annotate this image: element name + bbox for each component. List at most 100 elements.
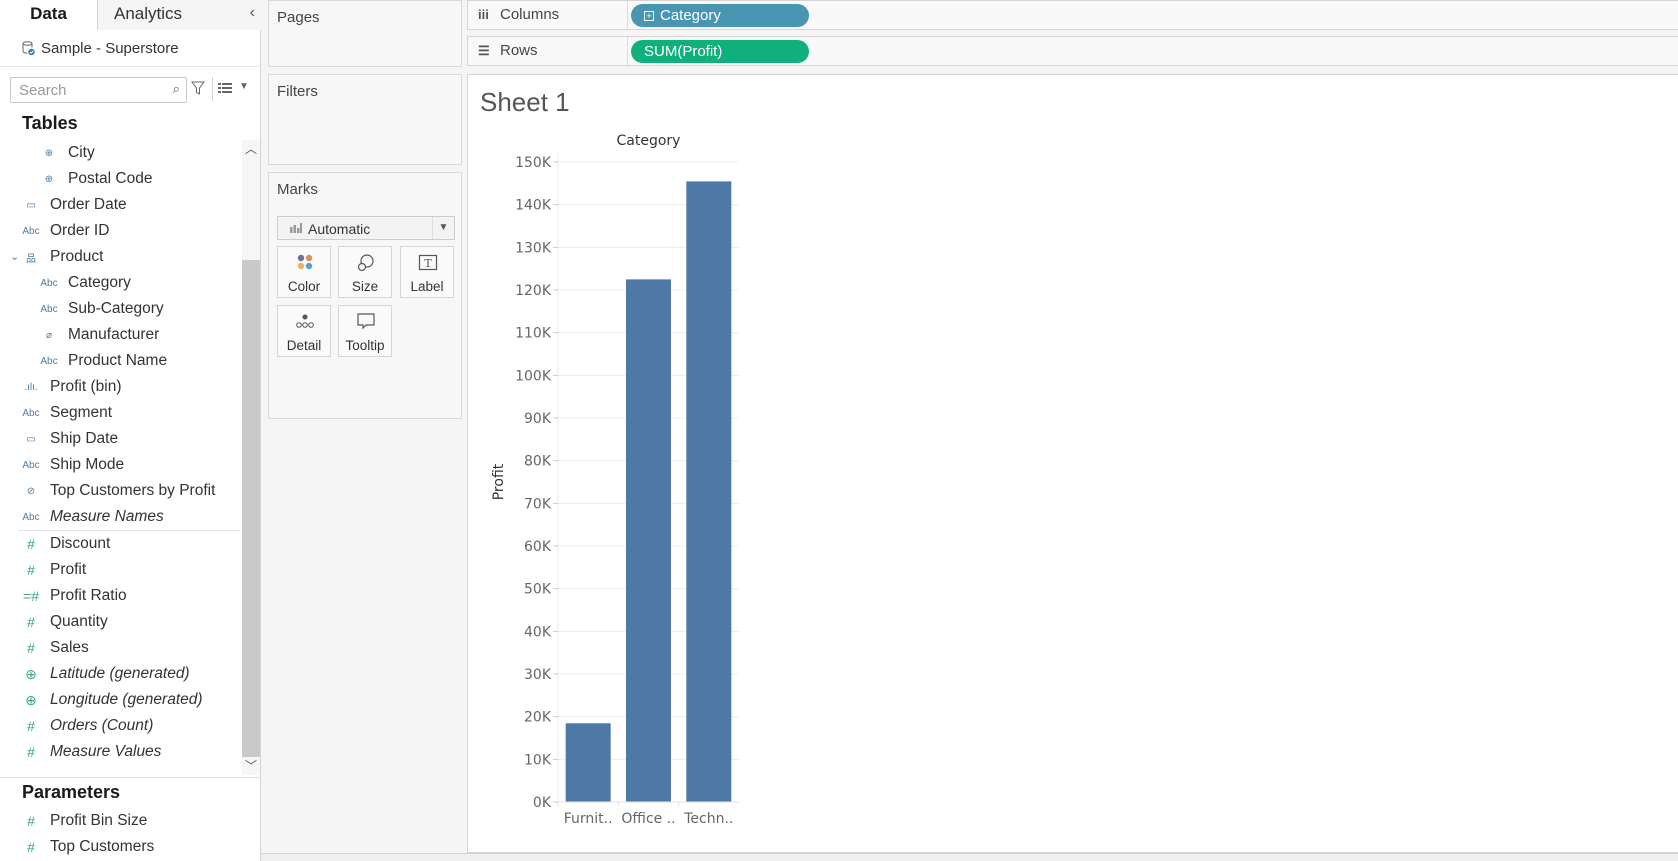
y-tick-label: 80K	[524, 454, 552, 470]
search-icon[interactable]: ⌕	[173, 81, 180, 97]
field-item[interactable]: # Measure Values	[22, 740, 161, 764]
column-header: Category	[617, 133, 681, 149]
number-icon: #	[27, 813, 35, 829]
bar-furniture	[565, 723, 611, 802]
marks-card: Marks Automatic ▼ Color Size T Label Det…	[268, 172, 462, 419]
field-item[interactable]: # Profit	[22, 558, 86, 582]
bar-chart: Category 0K 10K 20K 30K 40K 50K 60K 70K 80K 90K 100…	[491, 133, 739, 827]
x-tick-label: Office ..	[621, 811, 675, 827]
size-label: Size	[351, 279, 379, 294]
chevron-up-icon[interactable]: ︿	[242, 140, 260, 158]
field-item[interactable]: =# Profit Ratio	[22, 584, 127, 608]
field-label: Product	[50, 248, 104, 265]
divider	[0, 777, 261, 778]
field-item[interactable]: # Discount	[22, 532, 110, 556]
field-item[interactable]: # Top Customers	[22, 835, 154, 859]
field-item[interactable]: # Sales	[22, 636, 89, 660]
y-tick-label: 70K	[524, 496, 552, 512]
field-item[interactable]: Abc Measure Names	[22, 505, 163, 529]
filter-icon[interactable]	[191, 80, 205, 96]
category-pill[interactable]: + Category	[631, 4, 809, 27]
rows-shelf-label: ☰ Rows	[468, 37, 628, 65]
number-icon: #	[27, 839, 35, 855]
field-item[interactable]: ⊕ City	[40, 141, 95, 165]
svg-text:T: T	[424, 257, 432, 270]
field-item[interactable]: Abc Segment	[22, 401, 112, 425]
field-item[interactable]: Abc Sub-Category	[40, 297, 164, 321]
tab-analytics[interactable]: Analytics	[97, 0, 261, 30]
string-icon: Abc	[40, 277, 58, 289]
detail-button[interactable]: Detail	[277, 305, 331, 357]
y-tick-label: 120K	[515, 283, 552, 299]
filters-title: Filters	[277, 83, 318, 100]
field-item[interactable]: ⊕ Latitude (generated)	[22, 662, 190, 686]
datasource-item[interactable]: Sample - Superstore	[22, 36, 179, 60]
field-label: Latitude (generated)	[50, 665, 190, 682]
bar-chart-icon	[290, 223, 302, 233]
x-tick-label: Furnit..	[564, 811, 613, 827]
field-item[interactable]: ⊕ Longitude (generated)	[22, 688, 203, 712]
collapse-pane-icon[interactable]: ‹	[250, 0, 255, 26]
field-item[interactable]: Abc Product Name	[40, 349, 167, 373]
sum-profit-pill[interactable]: SUM(Profit)	[631, 40, 809, 63]
mark-type-dropdown[interactable]: Automatic ▼	[277, 216, 455, 240]
field-label: Segment	[50, 404, 113, 421]
view-list-icon[interactable]	[218, 83, 232, 93]
scrollbar-thumb[interactable]	[242, 260, 260, 757]
field-label: Profit (bin)	[50, 378, 122, 395]
y-tick-label: 40K	[524, 624, 552, 640]
columns-shelf[interactable]: iii Columns + Category	[467, 0, 1678, 30]
scrollbar[interactable]: ︿ ﹀	[242, 140, 260, 775]
field-item[interactable]: # Orders (Count)	[22, 714, 153, 738]
field-item[interactable]: Abc Ship Mode	[22, 453, 124, 477]
divider	[212, 77, 213, 101]
field-label: City	[68, 144, 95, 161]
field-label: Quantity	[50, 613, 108, 630]
field-item[interactable]: ⊕ Postal Code	[40, 167, 153, 191]
color-button[interactable]: Color	[277, 246, 331, 298]
chevron-down-icon[interactable]: ⌄	[10, 250, 19, 263]
field-item[interactable]: .ılı. Profit (bin)	[22, 375, 122, 399]
label-button[interactable]: T Label	[400, 246, 454, 298]
string-icon: Abc	[22, 459, 40, 471]
globe-icon: ⊕	[25, 665, 37, 682]
field-item[interactable]: ⌀ Manufacturer	[40, 323, 159, 347]
field-item[interactable]: ▭ Ship Date	[22, 427, 118, 451]
field-item[interactable]: # Quantity	[22, 610, 108, 634]
field-label: Sub-Category	[68, 300, 164, 317]
chevron-down-icon[interactable]: ﹀	[242, 757, 260, 775]
y-tick-label: 60K	[524, 539, 552, 555]
field-item[interactable]: # Profit Bin Size	[22, 809, 147, 833]
label-label: Label	[410, 279, 444, 294]
globe-icon: ⊕	[25, 691, 37, 708]
field-label: Longitude (generated)	[50, 691, 203, 708]
number-icon: #	[27, 536, 35, 552]
search-placeholder: Search	[19, 82, 67, 99]
field-label: Category	[68, 274, 131, 291]
string-icon: Abc	[22, 407, 40, 419]
pages-card[interactable]: Pages	[268, 0, 462, 67]
size-button[interactable]: Size	[338, 246, 392, 298]
string-icon: Abc	[40, 303, 58, 315]
filters-card[interactable]: Filters	[268, 74, 462, 165]
expand-icon[interactable]: +	[644, 11, 654, 21]
field-item[interactable]: Abc Category	[40, 271, 131, 295]
database-icon	[22, 40, 35, 55]
field-item[interactable]: ⊘ Top Customers by Profit	[22, 479, 216, 503]
field-item[interactable]: ▭ Order Date	[22, 193, 126, 217]
tab-data[interactable]: Data	[0, 0, 97, 30]
chevron-down-icon[interactable]: ▼	[432, 217, 454, 239]
rows-shelf[interactable]: ☰ Rows SUM(Profit)	[467, 36, 1678, 66]
chevron-down-icon[interactable]: ▼	[239, 81, 249, 92]
columns-shelf-label: iii Columns	[468, 1, 628, 29]
y-tick-label: 150K	[515, 155, 552, 171]
bin-icon: .ılı.	[24, 381, 38, 393]
field-item[interactable]: 品 Product	[22, 245, 103, 269]
parameters-heading: Parameters	[22, 782, 121, 802]
tooltip-button[interactable]: Tooltip	[338, 305, 392, 357]
field-label: Top Customers by Profit	[50, 482, 216, 499]
field-item[interactable]: Abc Order ID	[22, 219, 109, 243]
detail-label: Detail	[286, 338, 322, 353]
field-label: Profit Bin Size	[50, 812, 148, 829]
search-input[interactable]: Search ⌕	[10, 77, 187, 103]
